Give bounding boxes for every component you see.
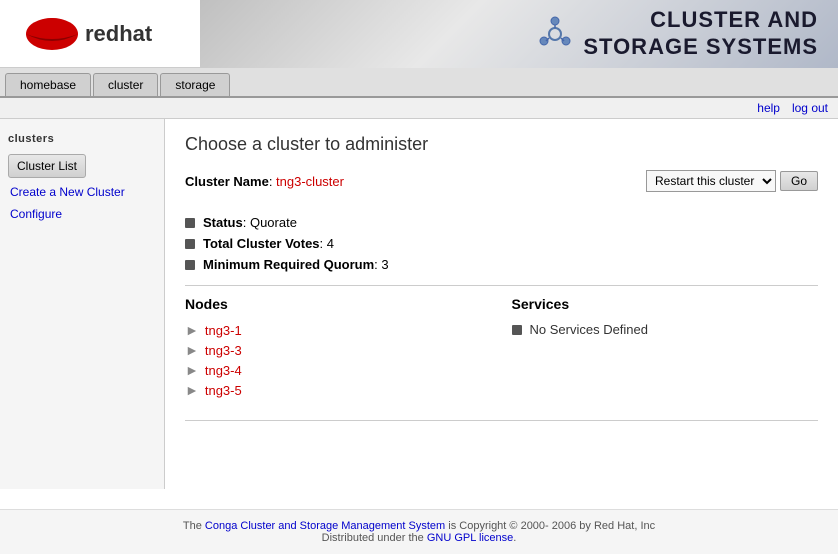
cluster-info-bar: Cluster Name: tng3-cluster Restart this … [185, 170, 818, 200]
cluster-list-button[interactable]: Cluster List [8, 154, 86, 178]
total-votes-bullet [185, 239, 195, 249]
node-icon-1: ► [185, 322, 199, 338]
tab-homebase[interactable]: homebase [5, 73, 91, 96]
sidebar: clusters Cluster List Create a New Clust… [0, 119, 165, 489]
redhat-logo: redhat [10, 4, 190, 64]
cluster-name-section: Cluster Name: tng3-cluster [185, 174, 344, 189]
no-services-row: No Services Defined [512, 320, 819, 339]
node-link-1[interactable]: tng3-1 [205, 323, 242, 338]
navbar: homebase cluster storage [0, 68, 838, 98]
status-section: Status: Quorate Total Cluster Votes: 4 M… [185, 212, 818, 275]
node-icon-3: ► [185, 362, 199, 378]
header: redhat CLUSTER AND STORAGE SYSTEMS [0, 0, 838, 68]
status-row: Status: Quorate [185, 212, 818, 233]
page-title: Choose a cluster to administer [185, 134, 818, 155]
cluster-icon [535, 14, 575, 54]
status-label: Status [203, 215, 243, 230]
footer-license-prefix: Distributed under the [322, 532, 424, 544]
node-icon-2: ► [185, 342, 199, 358]
node-row-2: ► tng3-3 [185, 340, 492, 360]
footer: The Conga Cluster and Storage Management… [0, 509, 838, 554]
footer-line2: Distributed under the GNU GPL license. [10, 532, 828, 544]
cluster-name-value: tng3-cluster [276, 174, 344, 189]
min-quorum-bullet [185, 260, 195, 270]
configure-link[interactable]: Configure [0, 203, 164, 225]
node-link-3[interactable]: tng3-4 [205, 363, 242, 378]
content-divider [185, 420, 818, 421]
node-link-2[interactable]: tng3-3 [205, 343, 242, 358]
redhat-logo-svg: redhat [10, 6, 180, 61]
tab-storage[interactable]: storage [160, 73, 230, 96]
cluster-name-label: Cluster Name [185, 174, 269, 189]
banner-title: CLUSTER AND STORAGE SYSTEMS [583, 7, 818, 60]
node-row-1: ► tng3-1 [185, 320, 492, 340]
footer-copyright: is Copyright © 2000- 2006 by [448, 520, 591, 532]
main-layout: clusters Cluster List Create a New Clust… [0, 119, 838, 489]
total-votes-label: Total Cluster Votes [203, 236, 320, 251]
status-bullet-icon [185, 218, 195, 228]
node-row-4: ► tng3-5 [185, 380, 492, 400]
min-quorum-label: Minimum Required Quorum [203, 257, 374, 272]
content: Choose a cluster to administer Cluster N… [165, 119, 838, 489]
node-icon-4: ► [185, 382, 199, 398]
no-services-bullet [512, 325, 522, 335]
svg-text:redhat: redhat [85, 21, 153, 46]
min-quorum-value: 3 [381, 257, 388, 272]
footer-line1: The Conga Cluster and Storage Management… [10, 520, 828, 532]
restart-section: Restart this clusterStop this clusterSta… [646, 170, 818, 192]
tab-cluster[interactable]: cluster [93, 73, 158, 96]
node-row-3: ► tng3-4 [185, 360, 492, 380]
create-cluster-link[interactable]: Create a New Cluster [0, 181, 164, 203]
banner-area: CLUSTER AND STORAGE SYSTEMS [200, 0, 838, 68]
nodes-services: Nodes ► tng3-1 ► tng3-3 ► tng3-4 ► tng3-… [185, 285, 818, 400]
go-button[interactable]: Go [780, 171, 818, 191]
min-quorum-row: Minimum Required Quorum: 3 [185, 254, 818, 275]
total-votes-row: Total Cluster Votes: 4 [185, 233, 818, 254]
gpl-link[interactable]: GNU GPL license [427, 532, 513, 544]
services-title: Services [512, 296, 819, 312]
services-section: Services No Services Defined [512, 296, 819, 400]
conga-link[interactable]: Conga Cluster and Storage Management Sys… [205, 520, 445, 532]
restart-select[interactable]: Restart this clusterStop this clusterSta… [646, 170, 776, 192]
nodes-section: Nodes ► tng3-1 ► tng3-3 ► tng3-4 ► tng3-… [185, 296, 512, 400]
node-link-4[interactable]: tng3-5 [205, 383, 242, 398]
help-link[interactable]: help [757, 101, 780, 115]
sidebar-title: clusters [0, 129, 164, 151]
no-services-text: No Services Defined [530, 322, 649, 337]
logo-area: redhat [0, 4, 200, 64]
footer-license-suffix: . [513, 532, 516, 544]
nodes-title: Nodes [185, 296, 492, 312]
logout-link[interactable]: log out [792, 101, 828, 115]
status-value: Quorate [250, 215, 297, 230]
footer-prefix: The [183, 520, 202, 532]
footer-company: Red Hat, Inc [594, 520, 655, 532]
topbar: help log out [0, 98, 838, 119]
total-votes-value: 4 [327, 236, 334, 251]
